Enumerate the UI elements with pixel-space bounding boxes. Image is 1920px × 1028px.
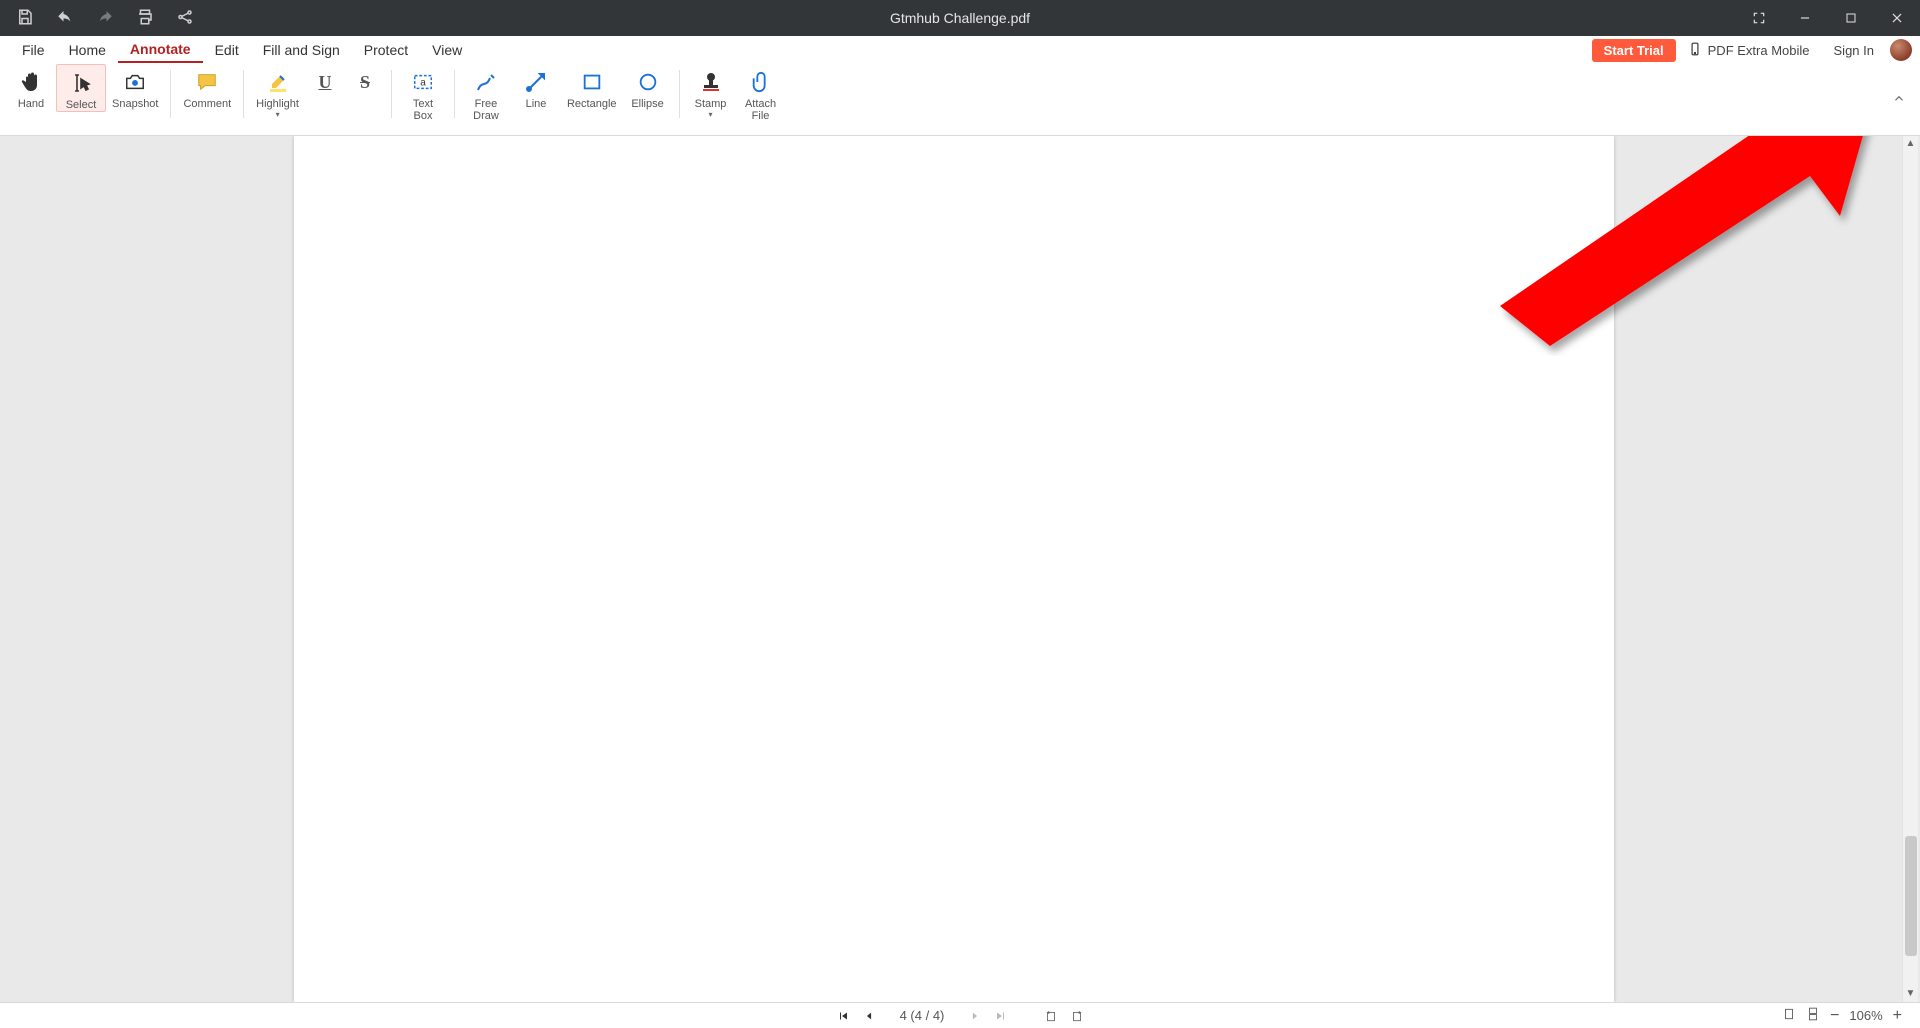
collapse-ribbon-icon[interactable] — [1892, 91, 1906, 108]
maximize-icon[interactable] — [1828, 0, 1874, 36]
vertical-scrollbar[interactable]: ▲ ▼ — [1902, 136, 1918, 1002]
tool-attach-label: Attach File — [745, 98, 776, 122]
scrollbar-thumb[interactable] — [1905, 836, 1917, 956]
tool-freedraw-label: Free Draw — [473, 98, 499, 122]
tool-textbox[interactable]: a Text Box — [398, 64, 448, 122]
last-page-icon[interactable] — [993, 1010, 1009, 1022]
pdf-page — [294, 136, 1614, 1002]
pdf-extra-mobile-label: PDF Extra Mobile — [1708, 43, 1810, 58]
chevron-down-icon: ▾ — [709, 110, 713, 119]
scroll-down-icon[interactable]: ▼ — [1903, 986, 1918, 1002]
tool-select[interactable]: Select — [56, 64, 106, 112]
tool-select-label: Select — [66, 99, 97, 111]
menu-home[interactable]: Home — [57, 38, 118, 62]
tool-highlight[interactable]: Highlight ▾ — [250, 64, 305, 119]
rotate-left-icon[interactable] — [1043, 1009, 1059, 1023]
tool-comment-label: Comment — [183, 98, 231, 110]
tool-highlight-label: Highlight — [256, 98, 299, 110]
stamp-icon — [697, 68, 725, 96]
snapshot-icon — [121, 68, 149, 96]
avatar[interactable] — [1890, 39, 1912, 61]
underline-icon: U — [311, 68, 339, 96]
select-icon — [67, 69, 95, 97]
textbox-icon: a — [409, 68, 437, 96]
tool-freedraw[interactable]: Free Draw — [461, 64, 511, 122]
page-indicator[interactable]: 4 (4 / 4) — [887, 1008, 957, 1023]
statusbar: 4 (4 / 4) − 106% + — [0, 1002, 1920, 1028]
save-icon[interactable] — [16, 8, 36, 28]
menu-edit[interactable]: Edit — [203, 38, 251, 62]
line-icon — [522, 68, 550, 96]
sign-in-link[interactable]: Sign In — [1822, 39, 1886, 62]
tool-ellipse[interactable]: Ellipse — [623, 64, 673, 110]
close-icon[interactable] — [1874, 0, 1920, 36]
chevron-down-icon: ▾ — [276, 110, 280, 119]
tool-hand-label: Hand — [18, 98, 44, 110]
tool-rectangle[interactable]: Rectangle — [561, 64, 623, 110]
menu-annotate[interactable]: Annotate — [118, 37, 203, 63]
tool-comment[interactable]: Comment — [177, 64, 237, 110]
tool-strikethrough[interactable]: S — [345, 64, 385, 98]
minimize-icon[interactable] — [1782, 0, 1828, 36]
undo-icon[interactable] — [56, 8, 76, 28]
tool-hand[interactable]: Hand — [6, 64, 56, 110]
pencil-icon — [472, 68, 500, 96]
rotate-right-icon[interactable] — [1069, 1009, 1085, 1023]
pdf-extra-mobile-link[interactable]: PDF Extra Mobile — [1676, 36, 1822, 65]
start-trial-button[interactable]: Start Trial — [1592, 39, 1676, 62]
comment-icon — [193, 68, 221, 96]
hand-icon — [17, 68, 45, 96]
highlight-icon — [264, 68, 292, 96]
tool-attach-file[interactable]: Attach File — [736, 64, 786, 122]
next-page-icon[interactable] — [967, 1010, 983, 1022]
page-navigator: 4 (4 / 4) — [0, 1008, 1920, 1023]
window-controls — [1736, 0, 1920, 36]
tool-ellipse-label: Ellipse — [631, 98, 663, 110]
redo-icon[interactable] — [96, 8, 116, 28]
window-title: Gtmhub Challenge.pdf — [0, 10, 1920, 26]
tool-line-label: Line — [526, 98, 547, 110]
strikethrough-icon: S — [351, 68, 379, 96]
tool-stamp[interactable]: Stamp ▾ — [686, 64, 736, 119]
ribbon: Hand Select Snapshot Comment Highlight ▾… — [0, 64, 1920, 136]
paperclip-icon — [747, 68, 775, 96]
rectangle-icon — [578, 68, 606, 96]
share-icon[interactable] — [176, 8, 196, 28]
tool-line[interactable]: Line — [511, 64, 561, 110]
document-viewport[interactable]: ▲ ▼ — [0, 136, 1920, 1002]
fullscreen-icon[interactable] — [1736, 0, 1782, 36]
mobile-icon — [1688, 40, 1702, 61]
titlebar-quick-actions — [0, 8, 196, 28]
print-icon[interactable] — [136, 8, 156, 28]
titlebar: Gtmhub Challenge.pdf — [0, 0, 1920, 36]
menubar: File Home Annotate Edit Fill and Sign Pr… — [0, 36, 1920, 64]
tool-stamp-label: Stamp — [695, 98, 727, 110]
prev-page-icon[interactable] — [861, 1010, 877, 1022]
scroll-up-icon[interactable]: ▲ — [1903, 136, 1918, 152]
menu-protect[interactable]: Protect — [352, 38, 420, 62]
tool-textbox-label: Text Box — [413, 98, 433, 122]
tool-underline[interactable]: U — [305, 64, 345, 98]
first-page-icon[interactable] — [835, 1010, 851, 1022]
menu-fill-sign[interactable]: Fill and Sign — [251, 38, 352, 62]
menu-file[interactable]: File — [10, 38, 57, 62]
svg-text:a: a — [420, 78, 426, 89]
tool-snapshot-label: Snapshot — [112, 98, 158, 110]
tool-rectangle-label: Rectangle — [567, 98, 617, 110]
tool-snapshot[interactable]: Snapshot — [106, 64, 164, 110]
ellipse-icon — [634, 68, 662, 96]
menu-view[interactable]: View — [420, 38, 474, 62]
